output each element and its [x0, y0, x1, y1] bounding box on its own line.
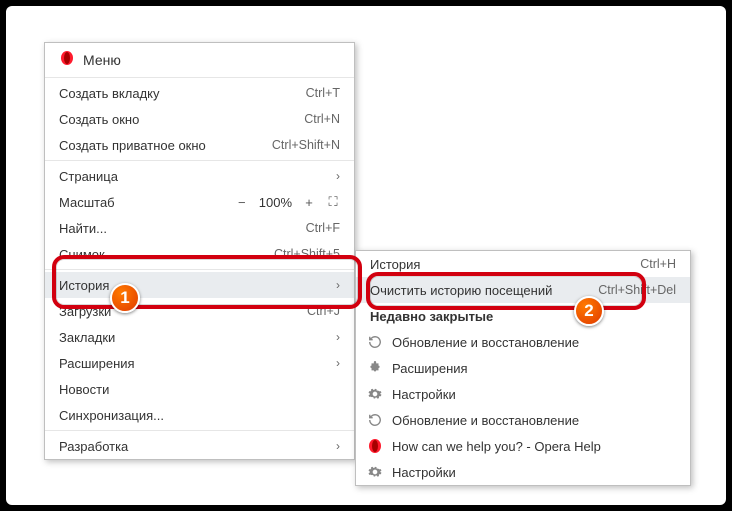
shortcut: Ctrl+N	[304, 112, 340, 126]
submenu-section-recently-closed: Недавно закрытые	[356, 303, 690, 329]
opera-icon	[59, 50, 75, 69]
label: Создать окно	[59, 112, 294, 127]
chevron-right-icon: ›	[336, 439, 340, 453]
menu-item-bookmarks[interactable]: Закладки ›	[45, 324, 354, 350]
menu-header: Меню	[45, 43, 354, 75]
label: How can we help you? - Opera Help	[392, 439, 676, 454]
zoom-out-button[interactable]: −	[235, 195, 249, 210]
shortcut: Ctrl+H	[640, 257, 676, 271]
separator	[45, 160, 354, 161]
label: Снимок	[59, 247, 264, 262]
menu-item-news[interactable]: Новости	[45, 376, 354, 402]
menu-item-find[interactable]: Найти... Ctrl+F	[45, 215, 354, 241]
shortcut: Ctrl+F	[306, 221, 340, 235]
list-item[interactable]: Обновление и восстановление	[356, 329, 690, 355]
label: Закладки	[59, 330, 328, 345]
shortcut: Ctrl+J	[307, 304, 340, 318]
list-item[interactable]: Настройки	[356, 459, 690, 485]
label: Синхронизация...	[59, 408, 340, 423]
submenu-item-clear-history[interactable]: Очистить историю посещений Ctrl+Shift+De…	[356, 277, 690, 303]
label: Создать приватное окно	[59, 138, 262, 153]
label: Разработка	[59, 439, 328, 454]
label: Страница	[59, 169, 328, 184]
opera-icon	[366, 438, 384, 454]
label: Обновление и восстановление	[392, 335, 676, 350]
separator	[45, 77, 354, 78]
chevron-right-icon: ›	[336, 330, 340, 344]
refresh-icon	[366, 413, 384, 427]
label: Недавно закрытые	[370, 309, 676, 324]
menu-item-history[interactable]: История ›	[45, 272, 354, 298]
zoom-controls: − 100% + ⛶	[235, 194, 340, 210]
label: Расширения	[392, 361, 676, 376]
history-submenu: История Ctrl+H Очистить историю посещени…	[355, 250, 691, 486]
zoom-in-button[interactable]: +	[302, 195, 316, 210]
menu-item-zoom[interactable]: Масштаб − 100% + ⛶	[45, 189, 354, 215]
refresh-icon	[366, 335, 384, 349]
menu-item-snapshot[interactable]: Снимок Ctrl+Shift+5	[45, 241, 354, 267]
list-item[interactable]: Настройки	[356, 381, 690, 407]
fullscreen-button[interactable]: ⛶	[326, 194, 340, 210]
menu-item-page[interactable]: Страница ›	[45, 163, 354, 189]
shortcut: Ctrl+Shift+5	[274, 247, 340, 261]
label: Найти...	[59, 221, 296, 236]
label: Загрузки	[59, 304, 297, 319]
menu-item-developer[interactable]: Разработка ›	[45, 433, 354, 459]
shortcut: Ctrl+Shift+Del	[598, 283, 676, 297]
list-item[interactable]: Обновление и восстановление	[356, 407, 690, 433]
submenu-item-history[interactable]: История Ctrl+H	[356, 251, 690, 277]
chevron-right-icon: ›	[336, 356, 340, 370]
gear-icon	[366, 465, 384, 479]
gear-icon	[366, 387, 384, 401]
main-menu: Меню Создать вкладку Ctrl+T Создать окно…	[44, 42, 355, 460]
puzzle-icon	[366, 361, 384, 375]
label: История	[370, 257, 630, 272]
label: Масштаб	[59, 195, 235, 210]
zoom-value: 100%	[259, 195, 292, 210]
label: Очистить историю посещений	[370, 283, 588, 298]
label: Создать вкладку	[59, 86, 296, 101]
shortcut: Ctrl+T	[306, 86, 340, 100]
menu-item-sync[interactable]: Синхронизация...	[45, 402, 354, 428]
label: Обновление и восстановление	[392, 413, 676, 428]
label: Новости	[59, 382, 340, 397]
label: Расширения	[59, 356, 328, 371]
list-item[interactable]: How can we help you? - Opera Help	[356, 433, 690, 459]
menu-item-new-private-window[interactable]: Создать приватное окно Ctrl+Shift+N	[45, 132, 354, 158]
chevron-right-icon: ›	[336, 169, 340, 183]
menu-item-downloads[interactable]: Загрузки Ctrl+J	[45, 298, 354, 324]
list-item[interactable]: Расширения	[356, 355, 690, 381]
label: Настройки	[392, 387, 676, 402]
menu-item-new-tab[interactable]: Создать вкладку Ctrl+T	[45, 80, 354, 106]
label: Настройки	[392, 465, 676, 480]
chevron-right-icon: ›	[336, 278, 340, 292]
menu-item-new-window[interactable]: Создать окно Ctrl+N	[45, 106, 354, 132]
label: История	[59, 278, 328, 293]
menu-title: Меню	[83, 52, 121, 68]
shortcut: Ctrl+Shift+N	[272, 138, 340, 152]
viewport: Меню Создать вкладку Ctrl+T Создать окно…	[6, 6, 726, 505]
separator	[45, 430, 354, 431]
separator	[45, 269, 354, 270]
menu-item-extensions[interactable]: Расширения ›	[45, 350, 354, 376]
